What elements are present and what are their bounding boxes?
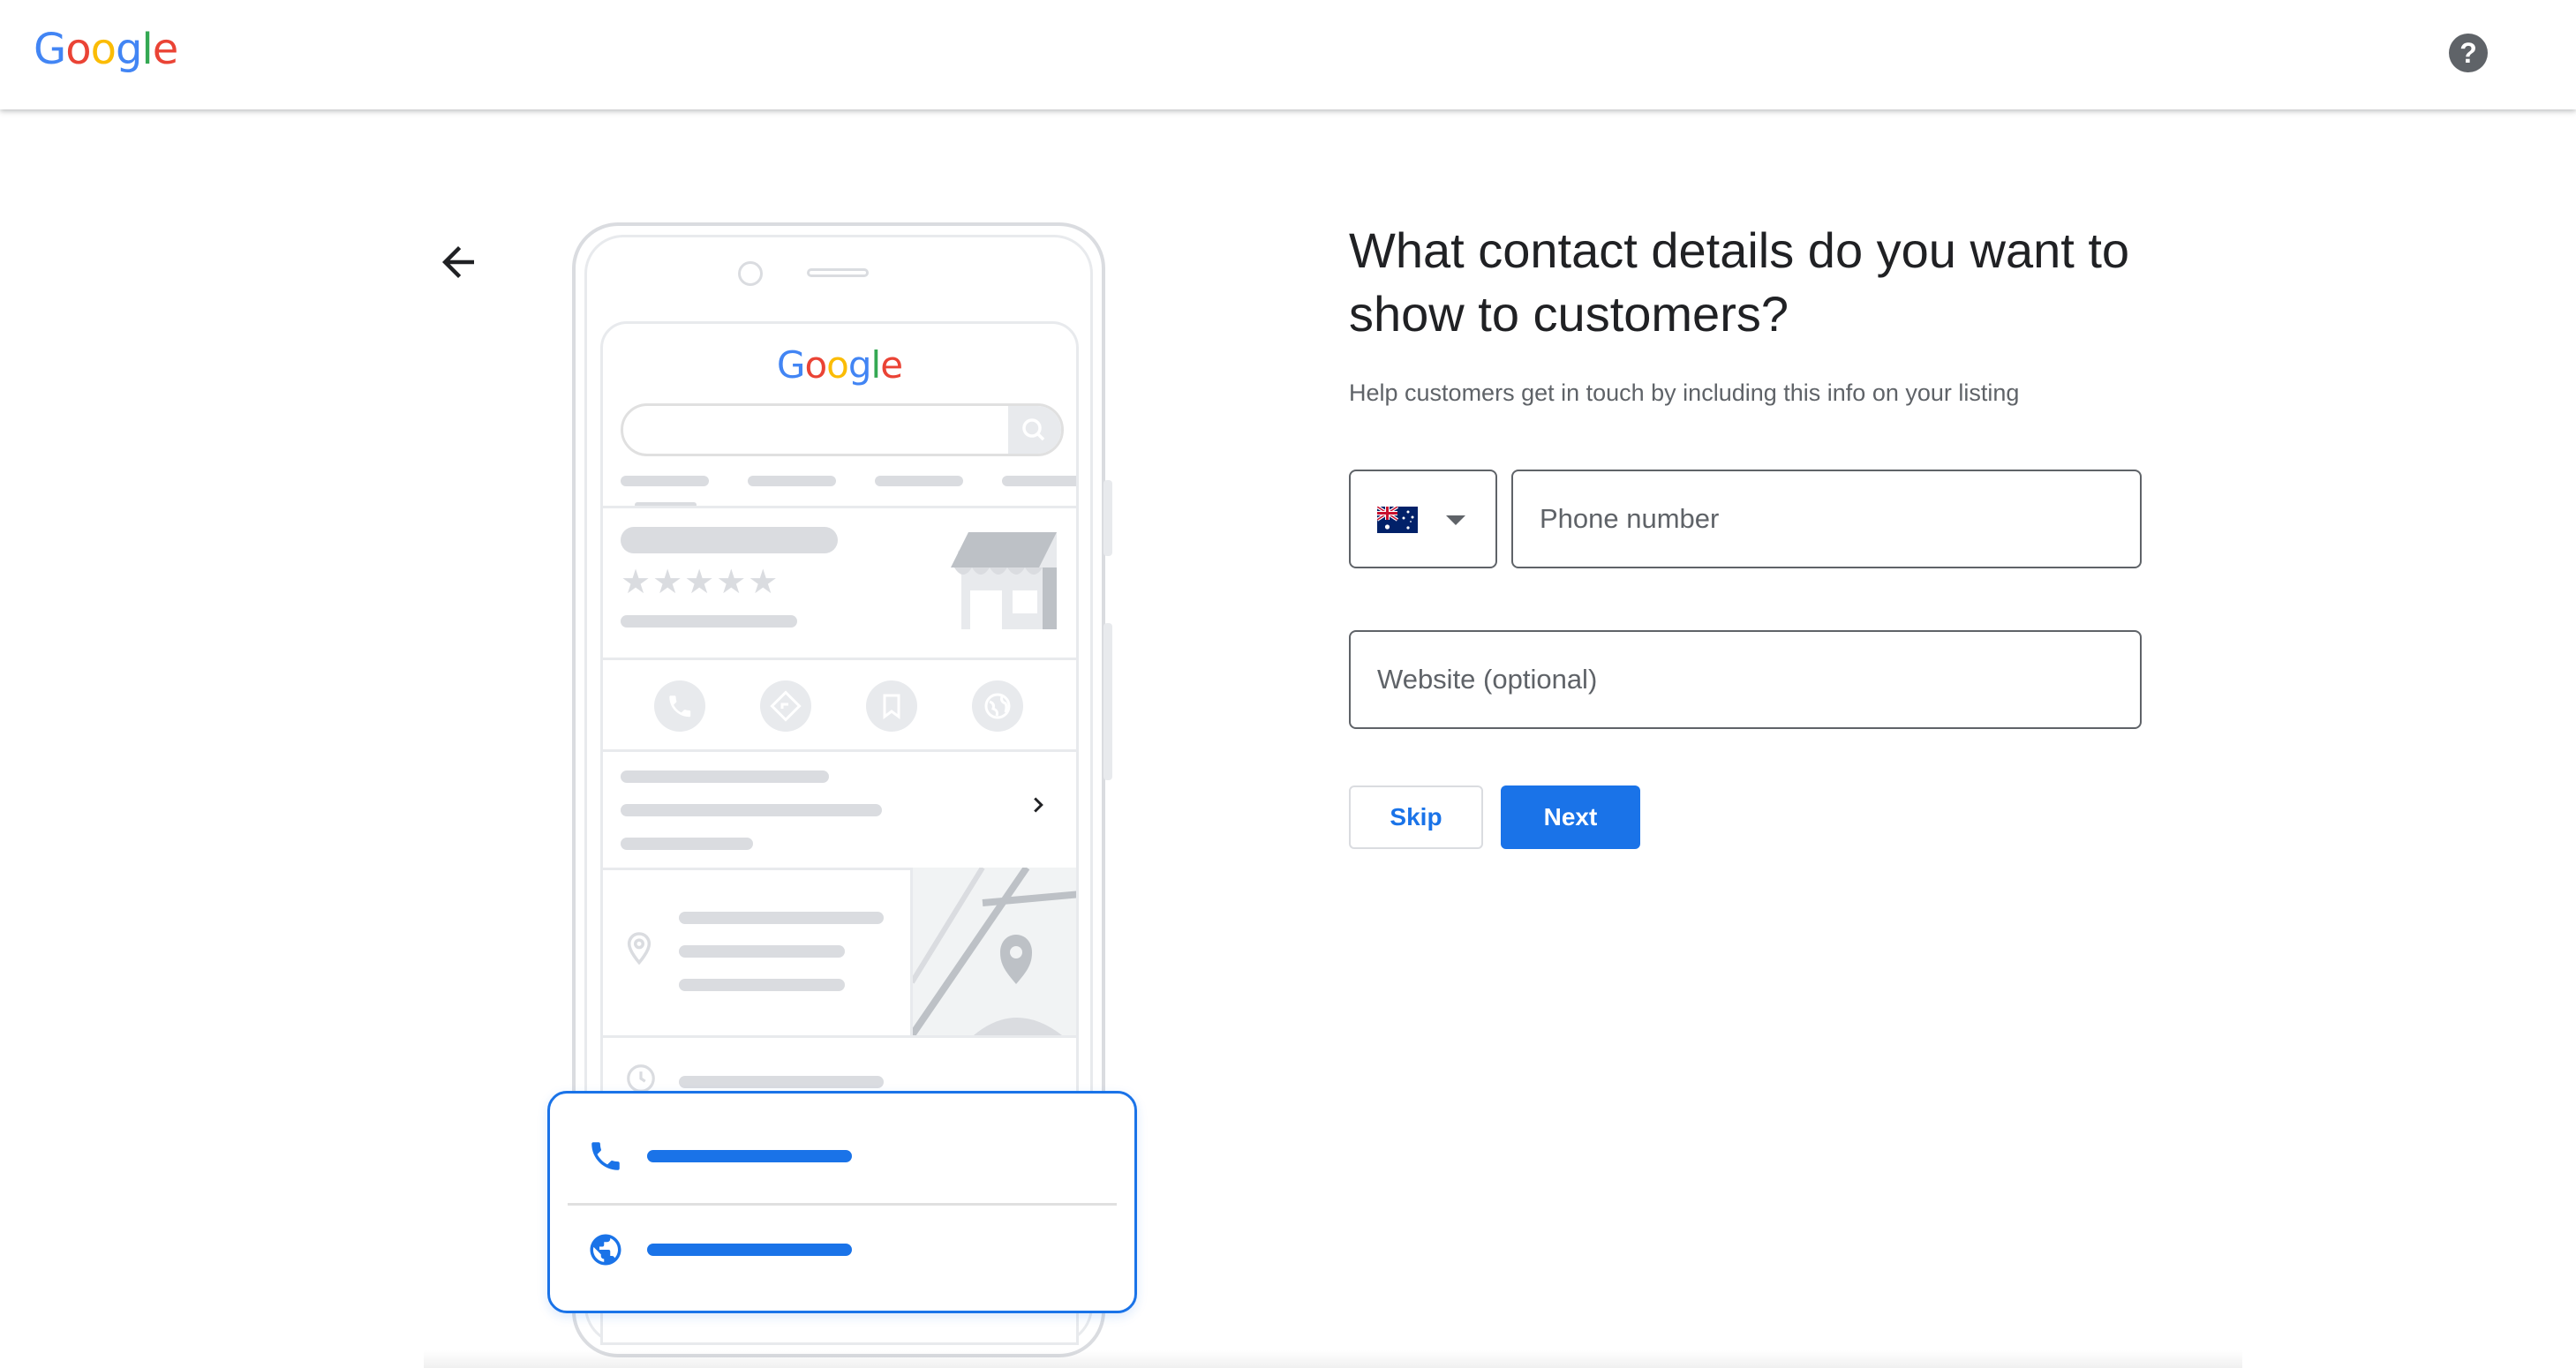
screen-tab-placeholder	[875, 476, 963, 486]
top-bar: Google ?	[0, 0, 2576, 109]
screen-map-thumbnail	[912, 868, 1076, 1035]
screen-text-placeholder	[621, 615, 797, 628]
screen-call-icon	[654, 680, 705, 732]
screen-text-placeholder	[621, 770, 829, 783]
google-logo[interactable]: Google	[34, 25, 179, 74]
website-placeholder-bar	[647, 1244, 852, 1256]
logo-letter: o	[90, 25, 117, 74]
logo-letter: o	[65, 25, 91, 74]
screen-text-placeholder	[679, 945, 845, 958]
back-arrow-icon[interactable]	[434, 238, 482, 286]
screen-search-icon	[1008, 406, 1061, 454]
phone-side-button	[1103, 623, 1112, 780]
phone-placeholder-bar	[647, 1150, 852, 1162]
screen-logo-letter: l	[870, 343, 882, 387]
screen-text-placeholder	[679, 1076, 884, 1088]
phone-number-input[interactable]	[1511, 470, 2142, 568]
phone-icon	[587, 1138, 624, 1175]
caret-down-icon	[1446, 515, 1465, 525]
logo-letter: g	[115, 25, 142, 74]
screen-chevron-right-icon	[1025, 792, 1051, 818]
country-code-select[interactable]	[1349, 470, 1497, 568]
screen-website-icon	[972, 680, 1023, 732]
screen-logo-letter: g	[847, 343, 872, 387]
website-input[interactable]	[1349, 630, 2142, 729]
phone-camera	[738, 261, 763, 286]
screen-location-pin-icon	[624, 931, 654, 966]
card-divider	[568, 1203, 1117, 1206]
screen-text-placeholder	[621, 804, 882, 816]
screen-logo-letter: o	[804, 343, 827, 387]
logo-letter: e	[152, 25, 179, 74]
bottom-edge-shadow	[424, 1350, 2242, 1368]
screen-logo-letter: G	[776, 343, 806, 387]
screen-search-bar	[621, 403, 1064, 456]
screen-business-name	[621, 527, 838, 553]
logo-letter: G	[34, 25, 66, 74]
storefront-icon	[951, 532, 1060, 629]
screen-directions-icon	[760, 680, 811, 732]
screen-tab-placeholder	[1002, 476, 1076, 486]
contact-details-card	[547, 1091, 1137, 1313]
screen-logo-letter: o	[826, 343, 849, 387]
help-icon[interactable]: ?	[2449, 34, 2488, 72]
screen-text-placeholder	[679, 912, 884, 924]
screen-tab-placeholder	[621, 476, 709, 486]
next-button[interactable]: Next	[1501, 785, 1640, 849]
screen-tab-placeholder	[748, 476, 836, 486]
screen-rating-stars: ★★★★★	[621, 562, 780, 601]
australia-flag-icon	[1375, 505, 1418, 533]
screen-logo-letter: e	[880, 343, 903, 387]
globe-icon	[587, 1231, 624, 1268]
skip-button[interactable]: Skip	[1349, 785, 1483, 849]
phone-speaker	[807, 268, 869, 277]
page-title: What contact details do you want to show…	[1349, 222, 2130, 342]
page-subtitle: Help customers get in touch by including…	[1349, 380, 2020, 406]
screen-text-placeholder	[679, 979, 845, 991]
logo-letter: l	[141, 25, 153, 74]
screen-google-logo: Google	[603, 343, 1076, 387]
screen-text-placeholder	[621, 838, 753, 850]
phone-side-button	[1103, 480, 1112, 556]
screen-save-icon	[866, 680, 917, 732]
